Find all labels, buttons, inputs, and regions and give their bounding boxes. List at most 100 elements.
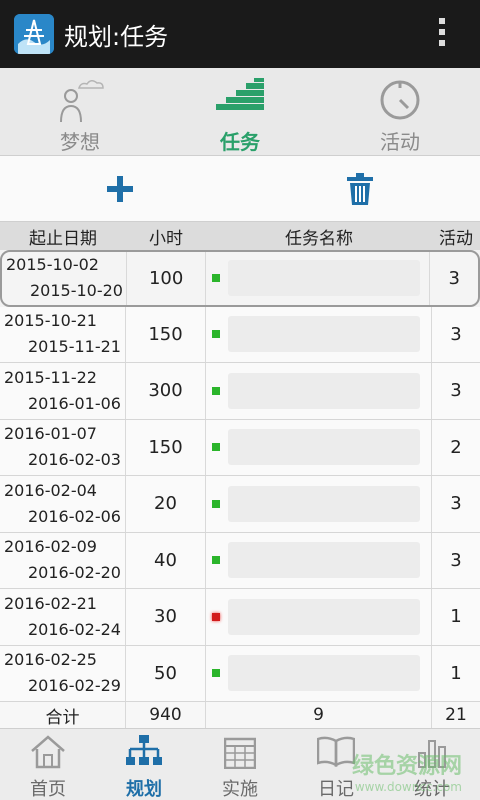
header-activities[interactable]: 活动 (432, 222, 480, 250)
status-indicator-icon (212, 499, 220, 508)
task-name-field[interactable] (228, 655, 420, 692)
watermark-url: www.downcc.com (354, 780, 462, 794)
calendar-icon (223, 735, 257, 773)
hours-cell: 150 (126, 419, 206, 475)
start-date: 2016-01-07 (4, 424, 97, 444)
end-date: 2015-11-21 (28, 337, 121, 357)
tab-tasks[interactable]: 任务 (160, 68, 320, 155)
date-range-cell: 2016-02-09 2016-02-20 (0, 532, 126, 588)
hours-cell: 150 (126, 306, 206, 362)
header-task-name[interactable]: 任务名称 (206, 222, 432, 250)
task-name-cell (206, 363, 432, 419)
watermark-title: 绿色资源网 (351, 754, 462, 779)
task-name-field[interactable] (228, 542, 420, 579)
hours-cell: 40 (126, 532, 206, 588)
app-logo-icon[interactable] (14, 14, 54, 54)
task-name-cell (206, 419, 432, 475)
nav-implement-label: 实施 (222, 779, 258, 800)
table-row[interactable]: 2015-10-21 2015-11-21 150 3 (0, 306, 480, 363)
hours-cell: 20 (126, 476, 206, 532)
start-date: 2016-02-09 (4, 537, 97, 557)
nav-planning[interactable]: 规划 (96, 729, 192, 800)
task-name-field[interactable] (228, 485, 420, 522)
task-name-cell (206, 532, 432, 588)
nav-implement[interactable]: 实施 (192, 729, 288, 800)
table-row[interactable]: 2016-02-25 2016-02-29 50 1 (0, 645, 480, 702)
task-name-cell (206, 645, 432, 701)
tab-dream[interactable]: 梦想 (0, 68, 160, 155)
person-cloud-icon (45, 78, 115, 126)
plus-icon (107, 175, 133, 202)
status-indicator-icon (212, 443, 220, 452)
watermark: 绿色资源网 www.downcc.com (352, 748, 462, 794)
date-range-cell: 2015-11-22 2016-01-06 (0, 363, 126, 419)
overflow-menu-icon[interactable] (438, 18, 446, 50)
status-indicator-icon (212, 386, 220, 395)
header-hours[interactable]: 小时 (126, 222, 206, 250)
activities-cell: 3 (448, 267, 460, 289)
table-row[interactable]: 2016-02-09 2016-02-20 40 3 (0, 532, 480, 589)
end-date: 2016-02-29 (28, 676, 121, 696)
status-indicator-icon (212, 612, 220, 621)
date-range-cell: 2016-02-21 2016-02-24 (0, 589, 126, 645)
task-name-cell (206, 589, 432, 645)
totals-tasks: 9 (206, 702, 432, 728)
app-title: 规划:任务 (64, 22, 169, 51)
task-name-field[interactable] (228, 598, 420, 635)
hours-cell: 50 (126, 645, 206, 701)
start-date: 2015-11-22 (4, 367, 97, 387)
tab-activities[interactable]: 活动 (320, 68, 480, 155)
stopwatch-icon (378, 78, 422, 126)
nav-home-label: 首页 (30, 779, 66, 800)
activities-cell: 3 (450, 493, 462, 515)
org-chart-icon (126, 735, 162, 773)
end-date: 2016-02-20 (28, 563, 121, 583)
trash-icon (347, 172, 373, 205)
tab-dream-label: 梦想 (60, 130, 100, 154)
table-row[interactable]: 2015-11-22 2016-01-06 300 3 (0, 363, 480, 420)
end-date: 2016-02-24 (28, 619, 121, 639)
nav-planning-label: 规划 (126, 779, 162, 800)
header-date-range[interactable]: 起止日期 (0, 222, 126, 250)
table-row[interactable]: 2015-10-02 2015-10-20 100 3 (0, 250, 480, 307)
hours-cell: 300 (126, 363, 206, 419)
end-date: 2015-10-20 (30, 281, 123, 301)
toolbar (0, 156, 480, 222)
activities-cell: 3 (450, 323, 462, 345)
start-date: 2015-10-21 (4, 311, 97, 331)
stairs-icon (216, 78, 264, 116)
top-tabs: 梦想 任务 活动 (0, 68, 480, 156)
add-task-button[interactable] (0, 156, 240, 221)
delete-task-button[interactable] (240, 156, 480, 221)
activities-cell: 1 (450, 662, 462, 684)
task-list: 2015-10-02 2015-10-20 100 3 2015-10-21 2015-1… (0, 250, 480, 702)
start-date: 2016-02-04 (4, 480, 97, 500)
task-name-cell (206, 306, 432, 362)
totals-label: 合计 (0, 702, 126, 728)
activities-cell: 1 (450, 606, 462, 628)
action-bar: 规划:任务 (0, 0, 480, 68)
task-name-field[interactable] (228, 372, 420, 409)
table-header: 起止日期 小时 任务名称 活动 (0, 222, 480, 250)
table-row[interactable]: 2016-01-07 2016-02-03 150 2 (0, 419, 480, 476)
status-indicator-icon (212, 669, 220, 678)
status-indicator-icon (212, 330, 220, 339)
home-icon (30, 735, 66, 773)
activities-cell: 2 (450, 436, 462, 458)
nav-home[interactable]: 首页 (0, 729, 96, 800)
status-indicator-icon (212, 274, 221, 283)
activities-cell: 3 (450, 549, 462, 571)
table-row[interactable]: 2016-02-21 2016-02-24 30 1 (0, 589, 480, 646)
date-range-cell: 2016-02-04 2016-02-06 (0, 476, 126, 532)
task-name-field[interactable] (228, 429, 420, 466)
task-name-field[interactable] (228, 316, 420, 353)
task-name-field[interactable] (228, 260, 421, 297)
date-range-cell: 2016-02-25 2016-02-29 (0, 645, 126, 701)
start-date: 2016-02-25 (4, 650, 97, 670)
totals-hours: 940 (126, 702, 206, 728)
tab-activities-label: 活动 (380, 130, 420, 154)
totals-activities: 21 (445, 705, 467, 725)
task-name-cell (206, 252, 431, 305)
start-date: 2016-02-21 (4, 593, 97, 613)
table-row[interactable]: 2016-02-04 2016-02-06 20 3 (0, 476, 480, 533)
